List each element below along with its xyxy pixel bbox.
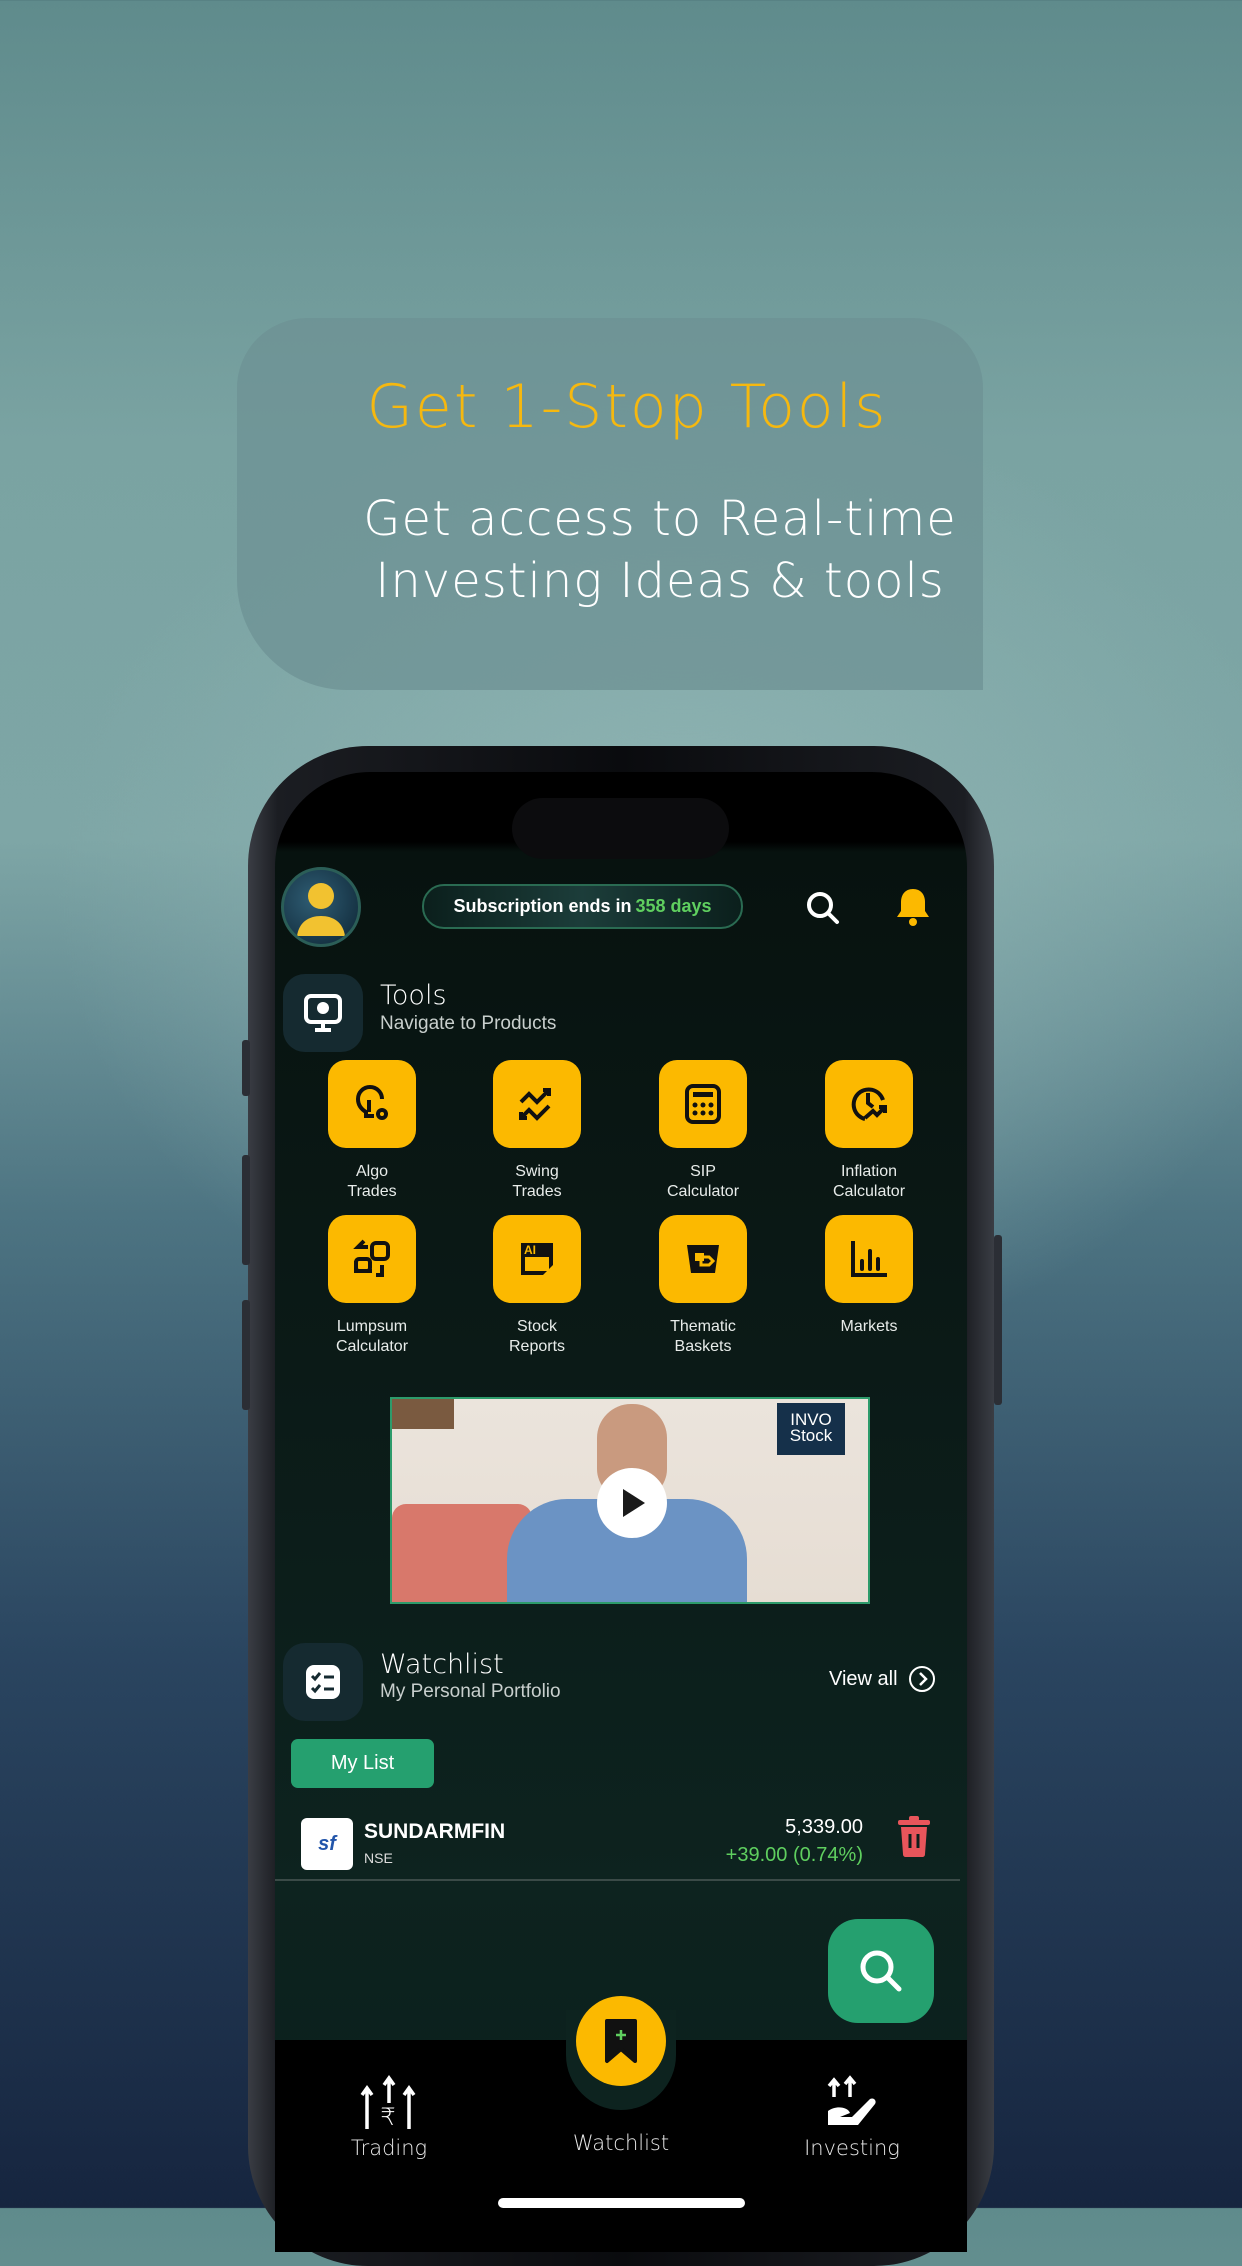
home-indicator[interactable]	[498, 2198, 745, 2208]
wall-picture	[392, 1399, 454, 1429]
invostock-logo: INVO Stock	[777, 1403, 845, 1455]
tool-item[interactable]: AI Stock Reports	[457, 1215, 617, 1357]
tool-icon-tile	[659, 1060, 747, 1148]
tools-subtitle: Navigate to Products	[380, 1013, 557, 1034]
swing-arrows-icon	[519, 1088, 551, 1121]
tool-label: Inflation Calculator	[832, 1163, 906, 1200]
monitor-gear-icon	[304, 994, 342, 1032]
phone-side-button	[242, 1155, 250, 1265]
tool-item[interactable]: Algo Trades	[292, 1060, 452, 1202]
tool-label: Lumpsum Calculator	[335, 1318, 409, 1355]
hand-arrows-icon	[827, 2075, 876, 2125]
tool-label: Algo Trades	[347, 1163, 397, 1200]
subscription-badge[interactable]: Subscription ends in 358 days	[422, 884, 743, 929]
nav-watchlist[interactable]: Watchlist	[521, 2131, 721, 2155]
stock-change: +39.00 (0.74%)	[725, 1844, 863, 1866]
watchlist-subtitle: My Personal Portfolio	[380, 1681, 561, 1702]
exchange-icon	[353, 1239, 390, 1277]
stock-price: 5,339.00	[785, 1816, 863, 1838]
tool-label: Thematic Baskets	[670, 1318, 736, 1355]
rupee-arrows-icon: ₹	[360, 2074, 416, 2131]
user-icon	[297, 883, 345, 936]
tool-icon-tile: AI	[493, 1215, 581, 1303]
watchlist-title: Watchlist	[380, 1649, 504, 1680]
bookmark-plus-icon	[605, 2019, 637, 2063]
tool-icon-tile	[493, 1060, 581, 1148]
tool-icon-tile	[825, 1215, 913, 1303]
bell-icon[interactable]	[894, 886, 932, 928]
view-all-link[interactable]: View all	[829, 1665, 936, 1693]
subscription-text: Subscription ends in	[453, 896, 632, 916]
tool-label: SIP Calculator	[666, 1163, 740, 1200]
ai-note-icon: AI	[521, 1243, 553, 1275]
search-icon[interactable]	[803, 888, 843, 928]
nav-investing[interactable]: Investing	[752, 2075, 952, 2160]
tool-label: Markets	[840, 1318, 898, 1335]
tool-item[interactable]: Thematic Baskets	[623, 1215, 783, 1357]
phone-side-button	[242, 1040, 250, 1096]
bar-chart-icon	[851, 1241, 887, 1277]
play-icon	[623, 1489, 645, 1517]
logo-text: Stock	[789, 1426, 833, 1445]
tool-label: Swing Trades	[512, 1163, 562, 1200]
tab-my-list[interactable]: My List	[291, 1739, 434, 1788]
stock-exchange: NSE	[364, 1850, 393, 1866]
tool-icon-tile	[659, 1215, 747, 1303]
video-player[interactable]: INVO Stock	[390, 1397, 870, 1604]
promo-subtitle-line: Investing Ideas & tools	[375, 553, 945, 609]
nav-label: Watchlist	[572, 2131, 670, 2155]
promo-subtitle: Get access to Real-time Investing Ideas &…	[300, 488, 1020, 612]
phone-side-button	[242, 1300, 250, 1410]
subscription-days: 358 days	[635, 896, 712, 916]
dynamic-island	[512, 798, 729, 859]
nav-label: Trading	[350, 2136, 428, 2160]
trash-icon[interactable]	[897, 1815, 931, 1857]
view-all-label: View all	[829, 1667, 898, 1690]
phone-side-button	[994, 1235, 1002, 1405]
tool-item[interactable]: Markets	[789, 1215, 949, 1337]
tool-label: Stock Reports	[508, 1318, 566, 1355]
basket-tag-icon	[687, 1245, 719, 1273]
search-icon	[860, 1950, 902, 1992]
tool-item[interactable]: SIP Calculator	[623, 1060, 783, 1202]
nav-trading[interactable]: ₹ Trading	[289, 2074, 489, 2160]
tools-section-icon	[283, 974, 363, 1052]
play-button[interactable]	[597, 1468, 667, 1538]
tool-icon-tile	[328, 1060, 416, 1148]
stock-symbol[interactable]: SUNDARMFIN	[364, 1820, 505, 1844]
tool-icon-tile	[328, 1215, 416, 1303]
lightbulb-gear-icon	[355, 1085, 388, 1120]
clock-trend-icon	[851, 1087, 887, 1121]
svg-text:AI: AI	[524, 1243, 536, 1257]
stock-logo: sf	[301, 1818, 353, 1870]
chevron-right-circle-icon	[908, 1666, 935, 1692]
tool-item[interactable]: Inflation Calculator	[789, 1060, 949, 1202]
calculator-icon	[685, 1084, 721, 1124]
tool-item[interactable]: Swing Trades	[457, 1060, 617, 1202]
search-fab[interactable]	[828, 1919, 934, 2023]
checklist-icon	[306, 1665, 340, 1699]
promo-subtitle-line: Get access to Real-time	[363, 491, 957, 547]
tools-title: Tools	[380, 980, 447, 1011]
watchlist-section-icon	[283, 1643, 363, 1721]
add-watchlist-button[interactable]	[576, 1996, 666, 2086]
promo-title: Get 1-Stop Tools	[366, 372, 888, 442]
avatar[interactable]	[281, 867, 361, 947]
divider	[275, 1879, 960, 1881]
nav-label: Investing	[804, 2136, 900, 2160]
tool-item[interactable]: Lumpsum Calculator	[292, 1215, 452, 1357]
svg-text:₹: ₹	[380, 2103, 395, 2131]
tool-icon-tile	[825, 1060, 913, 1148]
